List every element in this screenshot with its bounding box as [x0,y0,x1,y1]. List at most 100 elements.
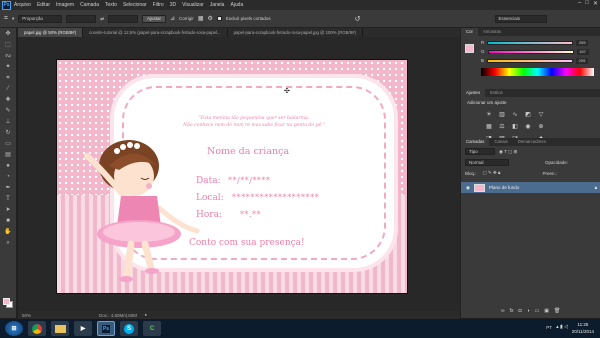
red-value[interactable]: 255 [576,39,589,46]
language-indicator[interactable]: PT [546,325,552,330]
move-tool-icon[interactable]: ✥ [4,30,13,39]
trash-icon[interactable]: 🗑︎ [554,308,560,314]
link-icon[interactable]: ∞ [501,308,505,314]
photo-filter-icon[interactable]: ◉ [524,124,532,131]
blur-icon[interactable]: ● [4,162,13,171]
eyedropper-icon[interactable]: ⁄ [4,85,13,94]
gear-icon[interactable]: ⚙ [207,15,212,22]
stamp-icon[interactable]: ⊥ [4,118,13,127]
tray-icons[interactable]: ▴ ▮ ◁ [556,324,568,330]
explorer-icon[interactable] [51,321,69,336]
menu-filtro[interactable]: Filtro [153,2,164,8]
fg-color-chip[interactable] [465,44,474,53]
gradient-icon[interactable]: ▤ [4,151,13,160]
foreground-color-swatch[interactable] [3,298,10,305]
menu-janela[interactable]: Janela [210,2,225,8]
green-value[interactable]: 187 [576,48,589,55]
pen-icon[interactable]: ✒ [4,184,13,193]
system-clock[interactable]: 11:25 20/11/2014 [572,321,594,335]
menu-visualizar[interactable]: Visualizar [182,2,204,8]
brush-icon[interactable]: ✎ [4,107,13,116]
media-player-icon[interactable]: ▶ [74,321,92,336]
balance-icon[interactable]: ⚖ [498,124,506,131]
zoom-level[interactable]: 50% [22,313,31,318]
photoshop-taskbar-icon[interactable]: Ps [97,321,115,336]
shape-icon[interactable]: ■ [4,217,13,226]
tab-papel[interactable]: papel.jpg @ 50% (RGB/8#) [18,28,84,37]
channel-mixer-icon[interactable]: ⊕ [537,124,545,131]
green-slider[interactable] [487,49,574,54]
minimize-button[interactable]: – [578,0,581,7]
brightness-icon[interactable]: ☀ [485,112,493,119]
crop-icon[interactable]: ⌗ [4,74,13,83]
maximize-button[interactable]: □ [585,0,589,7]
path-select-icon[interactable]: ➤ [4,206,13,215]
filter-icons[interactable]: ◉ T ▢ ⊞ [499,149,517,155]
swap-icon[interactable]: ⇄ [100,16,104,22]
canvas-area[interactable]: "Esta menina tão pequenina quer ser bail… [18,37,460,311]
straighten-icon[interactable]: ⊿ [170,15,175,22]
workspace-select[interactable]: Essenciais [494,14,547,23]
camtasia-icon[interactable]: C [143,321,161,336]
hue-icon[interactable]: ▦ [485,124,493,131]
color-swatches[interactable] [3,298,13,308]
marquee-tool-icon[interactable]: ⬚ [4,41,13,50]
tab-cor[interactable]: Cor [461,28,478,36]
tab-ajustes[interactable]: Ajustes [461,89,486,97]
blue-value[interactable]: 205 [576,57,589,64]
width-field[interactable] [66,14,97,23]
menu-selecionar[interactable]: Selecionar [123,2,147,8]
exposure-icon[interactable]: ◩ [524,112,532,119]
grid-overlay-icon[interactable]: ▦ [198,15,204,22]
color-spectrum-bar[interactable] [481,68,594,76]
zoom-icon[interactable]: ⌕ [4,239,13,248]
menu-texto[interactable]: Texto [105,2,117,8]
tab-scrapbook[interactable]: papel-para-scrapbook-fetrado-rosa-papel.… [228,28,363,37]
hand-icon[interactable]: ✋ [4,228,13,237]
new-layer-icon[interactable]: ▣ [544,308,549,314]
menu-arquivo[interactable]: Arquivo [14,2,31,8]
tab-demarcadores[interactable]: Demarcadores [513,138,551,146]
kind-filter[interactable]: Tipo [465,148,495,155]
menu-editar[interactable]: Editar [37,2,50,8]
curves-icon[interactable]: ∿ [511,112,519,119]
eraser-icon[interactable]: ▭ [4,140,13,149]
tab-amostras[interactable]: Amostras [478,28,506,36]
tab-convite[interactable]: convite-tutorial @ 12,5% (papel-para-scr… [83,28,228,37]
layer-row-background[interactable]: ◉ Plano de fundo 🔒︎ [461,182,600,193]
levels-icon[interactable]: ▥ [498,112,506,119]
close-button[interactable]: ✕ [593,0,598,7]
tab-estilos[interactable]: Estilos [485,89,508,97]
adjustment-layer-icon[interactable]: ◑ [527,308,530,314]
blend-mode-select[interactable]: Normal [465,159,509,166]
crop-tool-icon[interactable]: ⌗ [4,15,8,23]
dodge-icon[interactable]: ◔ [4,173,13,182]
lock-icons[interactable]: ▢ ✎ ✥ 🔒︎ [483,170,501,176]
healing-brush-icon[interactable]: ✚ [4,96,13,105]
menu-imagem[interactable]: Imagem [56,2,74,8]
adjust-button[interactable]: Ajustar [142,14,167,23]
magic-wand-icon[interactable]: ✦ [4,63,13,72]
menu-3d[interactable]: 3D [170,2,176,8]
start-button[interactable]: ⊞ [5,321,23,336]
type-icon[interactable]: T [4,195,13,204]
red-slider[interactable] [487,40,574,45]
ratio-select[interactable]: Proporção [18,14,63,23]
bw-icon[interactable]: ◧ [511,124,519,131]
tab-camadas[interactable]: Camadas [461,138,490,146]
vibrance-icon[interactable]: ▽ [537,112,545,119]
undo-icon[interactable]: ↺ [355,15,361,23]
skype-icon[interactable]: S [120,321,138,336]
menu-camada[interactable]: Camada [80,2,99,8]
lasso-tool-icon[interactable]: ᔓ [4,52,13,61]
tab-canais[interactable]: Canais [489,138,512,146]
document-canvas[interactable]: "Esta menina tão pequenina quer ser bail… [56,59,408,294]
eye-icon[interactable]: ◉ [466,185,470,191]
fx-icon[interactable]: fx [510,308,514,314]
delete-pixels-checkbox[interactable] [216,16,222,21]
chevron-down-icon[interactable]: ▾ [12,16,14,22]
chrome-icon[interactable] [28,321,46,336]
history-brush-icon[interactable]: ↻ [4,129,13,138]
mask-icon[interactable]: ◘ [518,308,521,314]
status-arrow-icon[interactable]: ▸ [145,312,147,318]
